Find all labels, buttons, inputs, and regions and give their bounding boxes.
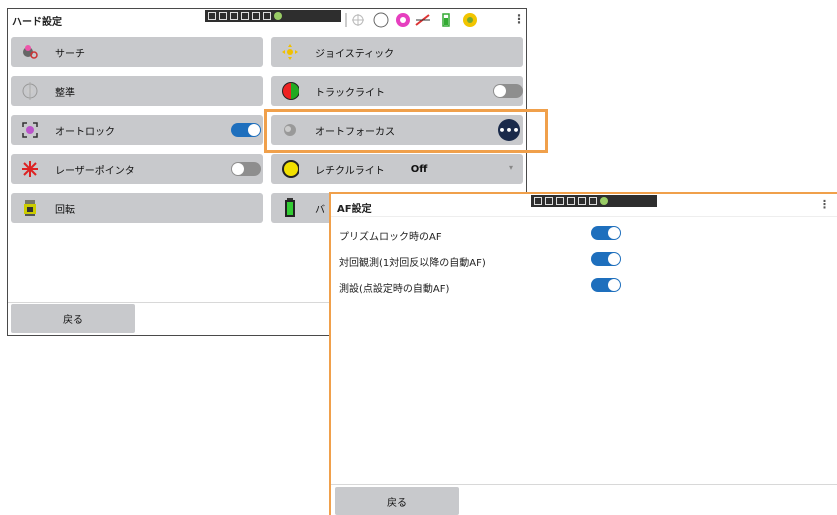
round-observation-af-toggle[interactable] <box>591 252 621 266</box>
status-icon <box>252 12 260 20</box>
status-ok-icon <box>600 197 608 205</box>
rotate-label: 回転 <box>55 204 75 216</box>
track-light-icon <box>281 82 299 100</box>
af-settings-window: AF設定 ⋮ プリズムロック時のAF 対回観測(1対回反以降の自動AF) 測設(… <box>329 192 837 515</box>
highlight-frame <box>264 109 548 153</box>
auto-lock-label: オートロック <box>55 126 115 138</box>
reticle-light-value[interactable]: Off <box>411 164 428 175</box>
status-icon <box>534 197 542 205</box>
auto-lock-icon <box>21 121 39 139</box>
search-person-icon <box>21 43 39 61</box>
af-setting-label: 測設(点設定時の自動AF) <box>339 284 450 295</box>
window-title: ハード設定 <box>12 16 62 28</box>
status-indicators <box>345 12 477 28</box>
auto-lock-button[interactable]: オートロック <box>11 115 263 145</box>
status-icon <box>219 12 227 20</box>
search-button[interactable]: サーチ <box>11 37 263 67</box>
af-divider <box>331 484 837 485</box>
reticle-light-button[interactable]: レチクルライト Off ▾ <box>271 154 523 184</box>
back-label: 戻る <box>63 315 83 326</box>
status-icon <box>230 12 238 20</box>
status-icon <box>567 197 575 205</box>
status-icon <box>208 12 216 20</box>
joystick-label: ジョイスティック <box>315 48 395 60</box>
battery-label: バ <box>315 204 325 216</box>
leveling-label: 整準 <box>55 87 75 99</box>
back-button[interactable]: 戻る <box>11 304 135 333</box>
search-label: サーチ <box>55 48 85 60</box>
joystick-icon <box>281 43 299 61</box>
prism-lock-af-toggle[interactable] <box>591 226 621 240</box>
status-icon <box>545 197 553 205</box>
auto-lock-toggle[interactable] <box>231 123 261 137</box>
status-icon <box>578 197 586 205</box>
rotate-button[interactable]: 回転 <box>11 193 263 223</box>
joystick-button[interactable]: ジョイスティック <box>271 37 523 67</box>
menu-kebab-icon[interactable]: ⋮ <box>513 12 525 26</box>
track-light-label: トラックライト <box>315 87 385 99</box>
status-icon <box>241 12 249 20</box>
laser-pointer-icon <box>21 160 39 178</box>
laser-pointer-button[interactable]: レーザーポインタ <box>11 154 263 184</box>
status-icon <box>263 12 271 20</box>
battery-icon <box>281 198 299 217</box>
leveling-button[interactable]: 整準 <box>11 76 263 106</box>
title-bar: ハード設定 ⋮ <box>8 9 526 31</box>
stakeout-af-toggle[interactable] <box>591 278 621 292</box>
status-icon-bar <box>205 10 341 22</box>
af-back-button[interactable]: 戻る <box>335 487 459 515</box>
reticle-light-label: レチクルライト <box>315 165 385 177</box>
leveling-icon <box>21 82 39 100</box>
circle-status-icon <box>373 12 389 28</box>
af-setting-label: 対回観測(1対回反以降の自動AF) <box>339 258 486 269</box>
dropdown-arrow-icon[interactable]: ▾ <box>509 163 513 172</box>
track-light-toggle[interactable] <box>493 84 523 98</box>
af-status-icon-bar <box>531 195 657 207</box>
track-light-button[interactable]: トラックライト <box>271 76 523 106</box>
track-status-icon <box>415 14 430 26</box>
status-icon <box>589 197 597 205</box>
reticle-light-icon <box>281 160 299 178</box>
status-icon <box>556 197 564 205</box>
af-title-bar: AF設定 ⋮ <box>331 194 837 217</box>
af-back-label: 戻る <box>387 497 407 509</box>
instrument-rotate-icon <box>21 199 39 217</box>
status-ok-icon <box>274 12 282 20</box>
af-window-title: AF設定 <box>337 203 372 215</box>
laser-pointer-label: レーザーポインタ <box>55 165 135 177</box>
laser-status-icon <box>352 14 364 26</box>
af-menu-kebab-icon[interactable]: ⋮ <box>819 198 830 211</box>
af-setting-label: プリズムロック時のAF <box>339 232 442 243</box>
laser-pointer-toggle[interactable] <box>231 162 261 176</box>
